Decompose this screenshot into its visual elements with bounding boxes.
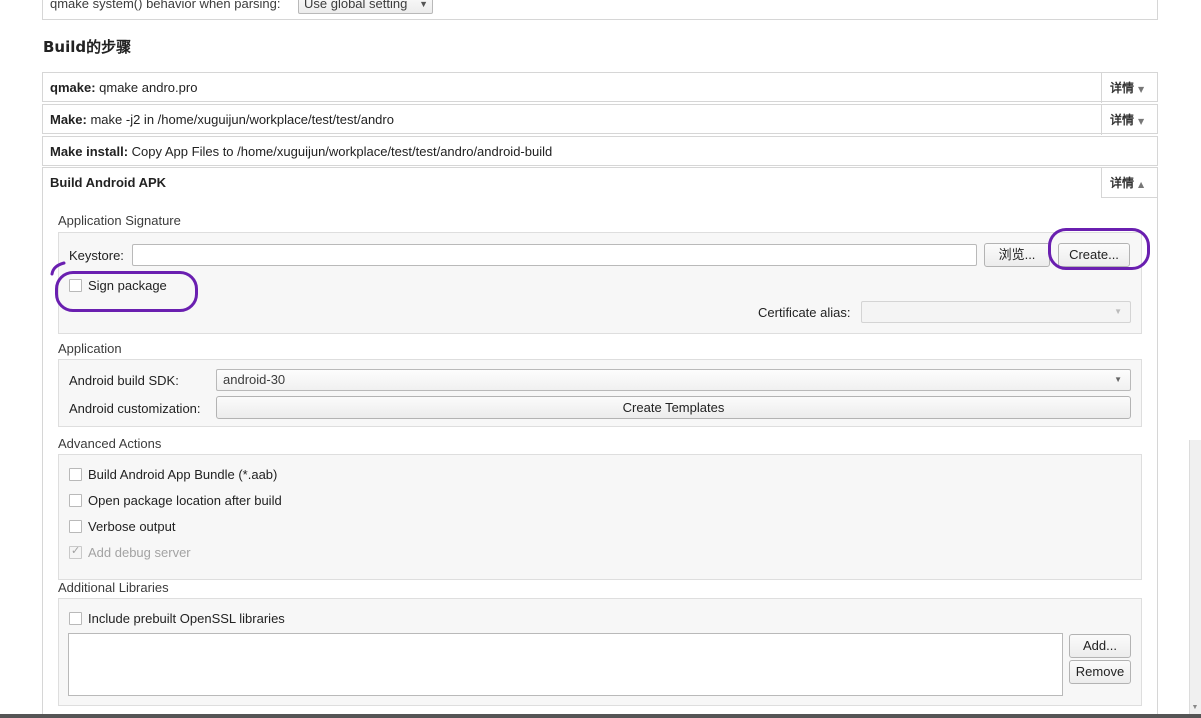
details-label: 详情: [1110, 81, 1135, 95]
build-steps-heading: Build的步骤: [43, 38, 132, 56]
chevron-down-icon: ▼: [1138, 85, 1145, 94]
include-openssl-checkbox[interactable]: Include prebuilt OpenSSL libraries: [69, 611, 285, 626]
checkbox-label: Add debug server: [88, 545, 191, 560]
checkbox-box[interactable]: [69, 612, 82, 625]
checkbox-box: ✓: [69, 545, 82, 559]
details-label: 详情: [1110, 113, 1135, 127]
checkbox-box[interactable]: [69, 468, 82, 481]
keystore-input[interactable]: [132, 244, 977, 266]
checkbox-label: Verbose output: [88, 519, 176, 534]
application-signature-title: Application Signature: [58, 213, 181, 228]
scroll-down-icon[interactable]: ▼: [1189, 702, 1201, 714]
add-library-button[interactable]: Add...: [1069, 634, 1131, 658]
certificate-alias-label: Certificate alias:: [758, 305, 851, 320]
keystore-label: Keystore:: [69, 248, 124, 263]
checkbox-label: Open package location after build: [88, 493, 282, 508]
build-aab-checkbox[interactable]: Build Android App Bundle (*.aab): [69, 467, 277, 482]
remove-library-button[interactable]: Remove: [1069, 660, 1131, 684]
checkbox-label: Build Android App Bundle (*.aab): [88, 467, 278, 482]
certificate-alias-combo[interactable]: ▼: [861, 301, 1131, 323]
step-detail: make -j2 in /home/xuguijun/workplace/tes…: [86, 112, 394, 127]
additional-libraries-title: Additional Libraries: [58, 580, 169, 595]
step-name: Make:: [50, 112, 87, 127]
step-detail: qmake andro.pro: [95, 80, 198, 95]
qmake-system-behavior-value: Use global setting: [304, 0, 408, 11]
add-debug-server-checkbox: ✓ Add debug server: [69, 545, 191, 560]
libraries-list[interactable]: [68, 633, 1063, 696]
step-name: qmake:: [50, 80, 96, 95]
advanced-actions-title: Advanced Actions: [58, 436, 162, 451]
checkbox-label: Include prebuilt OpenSSL libraries: [88, 611, 285, 626]
annotation-circle-sign-package: [55, 271, 198, 312]
qmake-system-behavior-label: qmake system() behavior when parsing:: [50, 0, 281, 11]
step-name: Build Android APK: [50, 175, 167, 190]
create-templates-button[interactable]: Create Templates: [216, 396, 1131, 419]
chevron-down-icon: ▼: [419, 0, 428, 9]
android-build-sdk-label: Android build SDK:: [69, 373, 179, 388]
checkmark-icon: ✓: [71, 545, 81, 557]
application-title: Application: [58, 341, 122, 356]
browse-button[interactable]: 浏览...: [984, 243, 1050, 267]
chevron-down-icon: ▼: [1138, 117, 1145, 126]
build-step-qmake[interactable]: qmake: qmake andro.pro 详情 ▼: [42, 72, 1158, 103]
step-detail: Copy App Files to /home/xuguijun/workpla…: [128, 144, 553, 159]
open-package-location-checkbox[interactable]: Open package location after build: [69, 493, 282, 508]
chevron-up-icon: ▲: [1138, 180, 1145, 189]
verbose-output-checkbox[interactable]: Verbose output: [69, 519, 175, 534]
android-customization-label: Android customization:: [69, 401, 201, 416]
build-step-make-install[interactable]: Make install: Copy App Files to /home/xu…: [42, 136, 1158, 166]
details-toggle-button[interactable]: 详情 ▲: [1101, 168, 1157, 198]
details-toggle-button[interactable]: 详情 ▼: [1101, 73, 1157, 103]
android-build-sdk-combo[interactable]: android-30 ▼: [216, 369, 1131, 391]
android-build-sdk-value: android-30: [223, 372, 286, 387]
checkbox-box[interactable]: [69, 494, 82, 507]
details-toggle-button[interactable]: 详情 ▼: [1101, 105, 1157, 135]
annotation-circle-create: [1048, 228, 1150, 270]
build-step-make[interactable]: Make: make -j2 in /home/xuguijun/workpla…: [42, 104, 1158, 135]
window-bottom-edge: [0, 714, 1201, 718]
details-label: 详情: [1110, 176, 1135, 190]
step-name: Make install:: [50, 144, 129, 159]
qmake-system-behavior-combo[interactable]: Use global setting ▼: [298, 0, 433, 14]
annotation-stroke: [50, 261, 66, 276]
checkbox-box[interactable]: [69, 520, 82, 533]
vertical-scrollbar[interactable]: [1189, 440, 1201, 718]
chevron-down-icon: ▼: [1114, 307, 1122, 316]
chevron-down-icon: ▼: [1114, 375, 1122, 384]
